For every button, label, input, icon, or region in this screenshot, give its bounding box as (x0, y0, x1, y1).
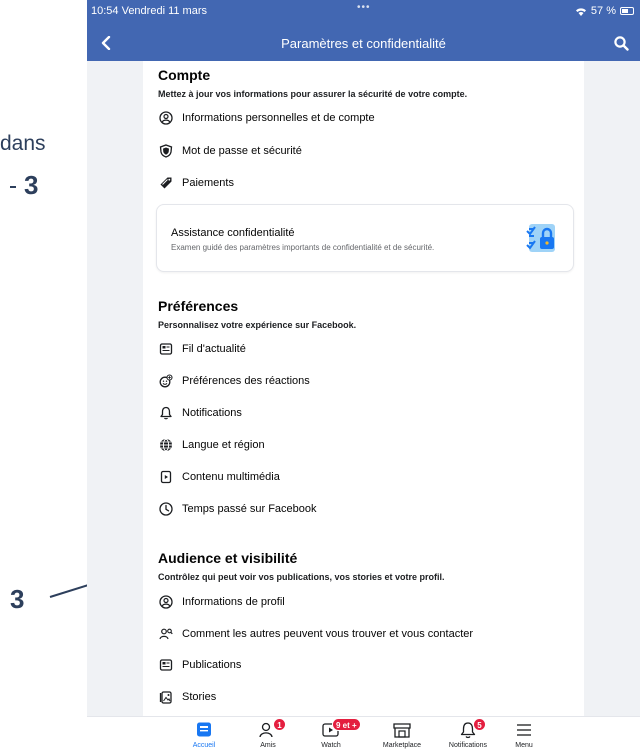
item-informations-personnelles[interactable]: Informations personnelles et de compte (158, 108, 375, 128)
settings-content: Compte Mettez à jour vos informations po… (143, 61, 584, 716)
notification-badge: 1 (273, 718, 286, 731)
battery-percent: 57 % (590, 5, 616, 17)
marketplace-icon (393, 723, 411, 738)
notification-badge: 5 (473, 718, 486, 731)
tab-menu[interactable]: Menu (489, 717, 559, 751)
item-label: Temps passé sur Facebook (182, 503, 317, 515)
item-label: Stories (182, 691, 217, 703)
tab-label: Amis (260, 742, 276, 749)
tab-amis[interactable]: 1 Amis (233, 717, 303, 751)
item-label: Mot de passe et sécurité (182, 145, 302, 157)
item-label: Langue et région (182, 439, 265, 451)
item-label: Informations personnelles et de compte (182, 112, 375, 124)
tag-icon (158, 175, 174, 191)
multitask-dots[interactable]: ••• (357, 2, 371, 13)
bottom-tab-bar: Accueil 1 Amis 9 et + Watch Marketplace … (87, 716, 640, 751)
annotation-dash (10, 186, 16, 189)
stories-icon (158, 689, 174, 705)
item-label: Contenu multimédia (182, 471, 280, 483)
shield-icon (158, 143, 174, 159)
item-fil-actualite[interactable]: Fil d'actualité (158, 339, 246, 359)
item-informations-profil[interactable]: Informations de profil (158, 592, 285, 612)
section-subtitle-preferences: Personnalisez votre expérience sur Faceb… (158, 320, 357, 330)
item-notifications[interactable]: Notifications (158, 403, 242, 423)
annotation-step-number: 3 (10, 584, 25, 614)
item-mot-de-passe[interactable]: Mot de passe et sécurité (158, 141, 302, 161)
item-stories[interactable]: Stories (158, 687, 216, 707)
tab-label: Accueil (192, 742, 216, 749)
card-title: Assistance confidentialité (171, 227, 295, 239)
posts-icon (158, 657, 174, 673)
item-publications[interactable]: Publications (158, 655, 241, 675)
section-title-preferences: Préférences (158, 298, 239, 314)
news-feed-icon (158, 341, 174, 357)
page-title: Paramètres et confidentialité (281, 36, 446, 51)
status-bar: 10:54 Vendredi 11 mars ••• 57 % (87, 0, 640, 26)
tab-marketplace[interactable]: Marketplace (367, 717, 437, 751)
item-trouver-contacter[interactable]: Comment les autres peuvent vous trouver … (158, 624, 473, 644)
top-nav: Paramètres et confidentialité (87, 26, 640, 61)
item-label: Paiements (182, 177, 234, 189)
annotation-text: dans (0, 132, 46, 155)
tab-label: Watch (321, 742, 341, 749)
item-label: Préférences des réactions (182, 375, 310, 387)
item-label: Comment les autres peuvent vous trouver … (182, 628, 474, 640)
media-icon (158, 469, 174, 485)
status-time: 10:54 Vendredi 11 mars (91, 5, 207, 17)
menu-icon (517, 724, 531, 736)
privacy-checkup-card[interactable]: Assistance confidentialité Examen guidé … (156, 204, 574, 272)
item-preferences-reactions[interactable]: Préférences des réactions (158, 371, 310, 391)
section-title-compte: Compte (158, 67, 211, 83)
user-circle-icon (158, 594, 174, 610)
item-langue-region[interactable]: Langue et région (158, 435, 265, 455)
reactions-icon (158, 373, 174, 389)
tutorial-page: dans 3 3 10:54 Vendredi 11 mars ••• 57 %… (0, 0, 640, 751)
section-title-audience: Audience et visibilité (158, 550, 298, 566)
privacy-lock-icon (526, 224, 555, 252)
clock-icon (158, 501, 174, 517)
people-search-icon (158, 626, 174, 642)
item-label: Notifications (182, 407, 242, 419)
item-label: Publications (182, 659, 242, 671)
item-label: Fil d'actualité (182, 343, 246, 355)
ipad-screen: 10:54 Vendredi 11 mars ••• 57 % Paramètr… (87, 0, 640, 751)
globe-icon (158, 437, 174, 453)
wifi-icon (575, 7, 586, 16)
search-button[interactable] (610, 32, 632, 54)
status-right: 57 % (575, 5, 634, 17)
annotation-step-number-top: 3 (10, 170, 38, 201)
section-subtitle-compte: Mettez à jour vos informations pour assu… (158, 89, 468, 99)
annotation-number-top: 3 (24, 170, 39, 200)
battery-icon (620, 7, 634, 15)
item-contenu-multimedia[interactable]: Contenu multimédia (158, 467, 280, 487)
item-label: Informations de profil (182, 596, 285, 608)
home-icon (197, 722, 211, 737)
notification-badge: 9 et + (332, 718, 361, 731)
user-circle-icon (158, 110, 174, 126)
tab-accueil[interactable]: Accueil (169, 717, 239, 751)
item-temps-passe[interactable]: Temps passé sur Facebook (158, 499, 317, 519)
item-paiements[interactable]: Paiements (158, 173, 234, 193)
search-icon (613, 35, 629, 51)
section-subtitle-audience: Contrôlez qui peut voir vos publications… (158, 572, 445, 582)
tab-label: Marketplace (382, 742, 422, 749)
tab-label: Menu (515, 742, 533, 749)
bell-icon (158, 405, 174, 421)
card-description: Examen guidé des paramètres importants d… (171, 243, 435, 252)
tab-watch[interactable]: 9 et + Watch (296, 717, 366, 751)
